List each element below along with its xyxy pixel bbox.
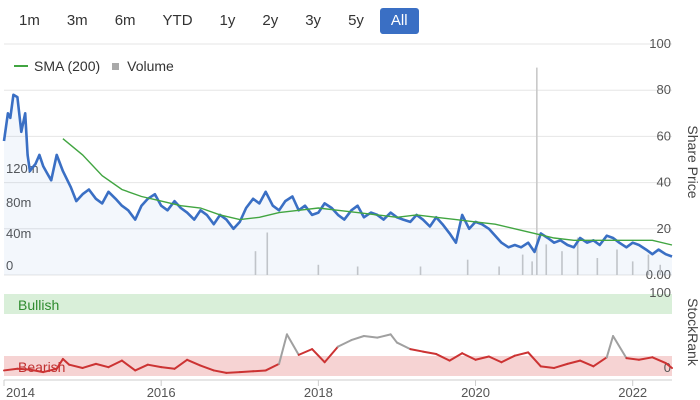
stockrank-segment: [409, 348, 424, 353]
price-area: [4, 94, 672, 275]
x-tick-label: 2022: [618, 385, 647, 400]
stockrank-segment: [612, 335, 628, 360]
stockrank-segment: [297, 348, 314, 356]
stockrank-segment: [337, 339, 353, 348]
stockrank-segment: [285, 333, 300, 356]
stockrank-segment: [225, 371, 241, 374]
stockrank-segment: [350, 335, 365, 342]
stockrank-tick-label: 100: [649, 285, 671, 300]
price-tick-label: 40: [657, 175, 671, 190]
stockrank-axis-title: StockRank: [685, 298, 700, 367]
price-tick-label: 60: [657, 128, 671, 143]
stockrank-segment: [605, 335, 615, 359]
x-tick-label: 2020: [461, 385, 490, 400]
price-tick-label: 20: [657, 221, 671, 236]
stockrank-segment: [376, 333, 392, 339]
stockrank-segment: [252, 369, 267, 373]
price-tick-label: 80: [657, 82, 671, 97]
bullish-zone: [4, 294, 672, 314]
stockrank-segment: [389, 333, 398, 344]
price-tick-label: 100: [649, 36, 671, 51]
x-tick-label: 2016: [147, 385, 176, 400]
stockrank-segment: [362, 335, 379, 339]
stockrank-segment: [421, 350, 438, 356]
stockrank-segment: [238, 370, 255, 374]
stockrank-segment: [395, 341, 412, 351]
x-tick-label: 2018: [304, 385, 333, 400]
stockrank-segment: [16, 367, 31, 371]
share-price-axis-title: Share Price: [685, 125, 700, 198]
bullish-zone-label: Bullish: [18, 297, 59, 313]
price-and-stockrank-chart: 100806040200.00120m80m40m0Share PriceBul…: [2, 36, 700, 400]
x-tick-label: 2014: [6, 385, 35, 400]
stockrank-segment: [513, 351, 530, 357]
